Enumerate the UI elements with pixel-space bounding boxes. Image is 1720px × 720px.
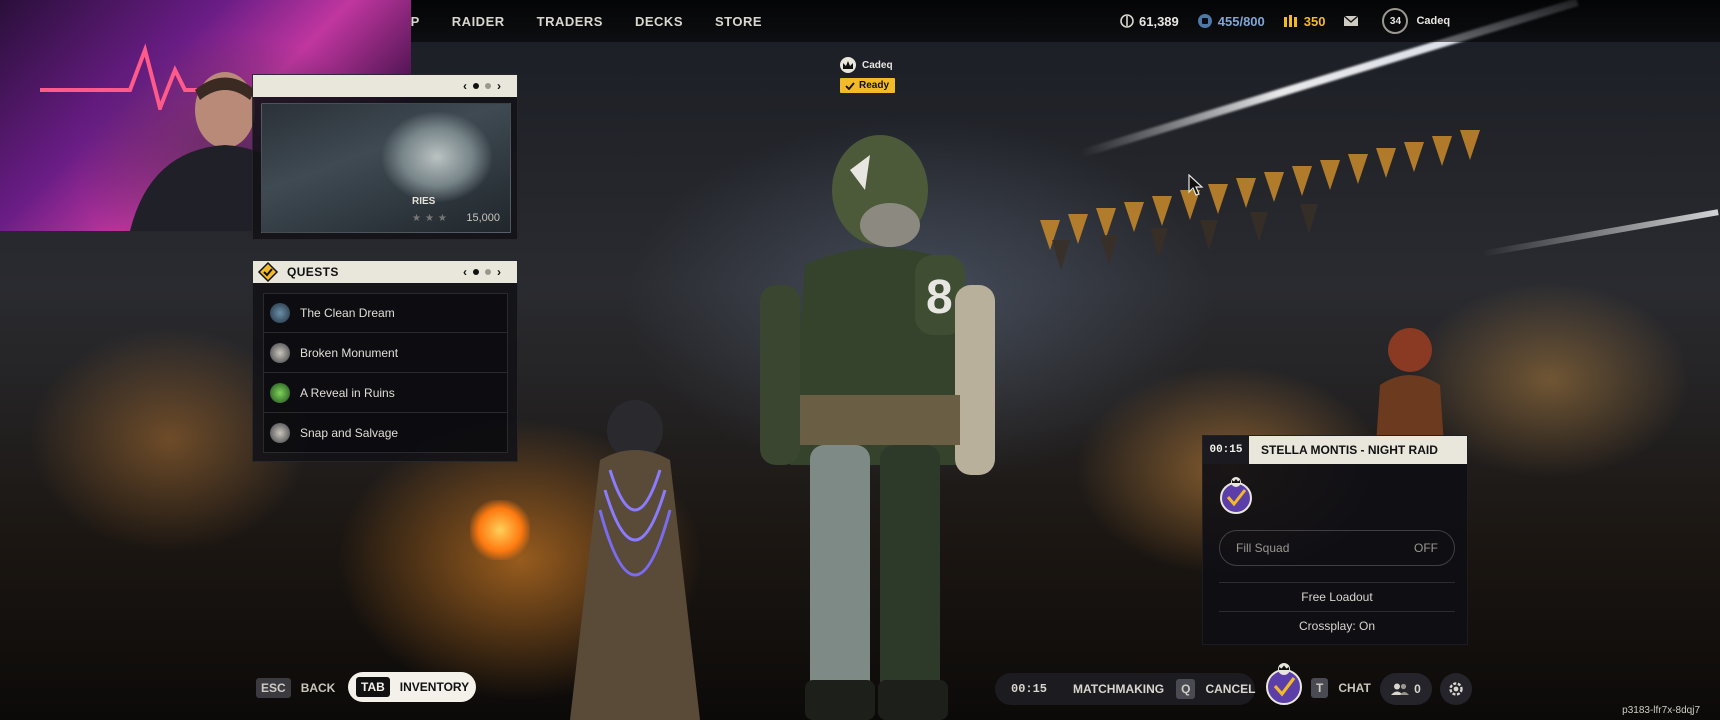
quest-item[interactable]: Snap and Salvage bbox=[263, 413, 508, 453]
t-key-hint: T bbox=[1311, 678, 1329, 698]
quests-pager: ‹ › bbox=[463, 261, 501, 283]
featured-store-panel: ‹ › RIES ★★★ 15,000 bbox=[252, 74, 518, 240]
mouse-cursor-icon bbox=[1188, 174, 1204, 196]
coin-icon bbox=[1120, 14, 1134, 28]
page-dot-active[interactable] bbox=[473, 83, 479, 89]
session-id: p3183-lfr7x-8dqj7 bbox=[1622, 705, 1700, 716]
chevron-left-icon[interactable]: ‹ bbox=[463, 79, 467, 93]
chat-label: CHAT bbox=[1338, 681, 1371, 695]
raid-lobby-card: 00:15 STELLA MONTIS - NIGHT RAID Fill Sq… bbox=[1202, 435, 1468, 645]
matchmaking-status-bar: 00:15 MATCHMAKING Q CANCEL bbox=[995, 673, 1255, 705]
back-button[interactable]: ESC BACK bbox=[256, 678, 335, 698]
page-dot[interactable] bbox=[485, 83, 491, 89]
store-item-price: 15,000 bbox=[466, 212, 500, 224]
quests-panel: QUESTS ‹ › The Clean Dream Broken Monume… bbox=[252, 260, 518, 462]
svg-text:8: 8 bbox=[926, 271, 953, 324]
quest-item[interactable]: Broken Monument bbox=[263, 333, 508, 373]
store-pager: ‹ › bbox=[463, 75, 501, 97]
nav-item-store[interactable]: STORE bbox=[715, 14, 762, 29]
capacity-currency[interactable]: 455/800 bbox=[1197, 13, 1265, 29]
mail-icon bbox=[1344, 15, 1359, 26]
fire-glow bbox=[470, 500, 530, 560]
chevron-right-icon[interactable]: › bbox=[497, 265, 501, 279]
crown-icon bbox=[840, 57, 856, 73]
nav-item-traders[interactable]: TRADERS bbox=[537, 14, 603, 29]
quest-item[interactable]: A Reveal in Ruins bbox=[263, 373, 508, 413]
quest-name: Broken Monument bbox=[300, 345, 399, 360]
quest-name: Snap and Salvage bbox=[300, 425, 399, 440]
inventory-label: INVENTORY bbox=[399, 680, 470, 694]
nav-item-raider[interactable]: RAIDER bbox=[452, 14, 505, 29]
raid-mode-title[interactable]: STELLA MONTIS - NIGHT RAID bbox=[1249, 436, 1467, 464]
player-level-badge[interactable]: 34 bbox=[1382, 8, 1409, 34]
gear-icon bbox=[1449, 682, 1463, 696]
quest-giver-avatar-icon bbox=[270, 303, 290, 323]
crossplay-option[interactable]: Crossplay: On bbox=[1219, 611, 1455, 639]
robed-statue bbox=[570, 400, 700, 720]
tab-key-hint: TAB bbox=[356, 677, 390, 697]
chevron-left-icon[interactable]: ‹ bbox=[463, 265, 467, 279]
esc-key-hint: ESC bbox=[256, 678, 291, 698]
friends-icon bbox=[1391, 683, 1410, 695]
party-member-name-row: Cadeq bbox=[840, 57, 895, 73]
capacity-value: 455/800 bbox=[1217, 13, 1265, 29]
inventory-button[interactable]: TAB INVENTORY bbox=[348, 672, 476, 702]
ready-status: Ready bbox=[859, 80, 890, 91]
premium-value: 350 bbox=[1303, 13, 1326, 29]
page-dot[interactable] bbox=[485, 269, 491, 275]
free-loadout-option[interactable]: Free Loadout bbox=[1219, 582, 1455, 610]
quest-giver-avatar-icon bbox=[270, 382, 290, 403]
main-nav: OP RAIDER TRADERS DECKS STORE bbox=[400, 0, 794, 42]
store-item-card[interactable]: RIES ★★★ 15,000 bbox=[261, 103, 511, 233]
fill-squad-toggle[interactable]: Fill Squad OFF bbox=[1219, 530, 1455, 566]
quest-name: The Clean Dream bbox=[300, 306, 395, 320]
back-label: BACK bbox=[300, 681, 336, 695]
premium-currency[interactable]: 350 bbox=[1283, 13, 1326, 29]
party-member-name: Cadeq bbox=[862, 59, 893, 71]
fill-squad-value: OFF bbox=[1414, 541, 1438, 555]
nav-item-decks[interactable]: DECKS bbox=[635, 14, 683, 29]
checkmark-icon bbox=[845, 81, 855, 90]
friends-button[interactable]: 0 bbox=[1380, 673, 1432, 705]
matchmaking-label: MATCHMAKING bbox=[1073, 682, 1165, 696]
player-name[interactable]: Cadeq bbox=[1416, 15, 1450, 27]
quest-giver-avatar-icon bbox=[270, 342, 290, 363]
quests-title: QUESTS bbox=[287, 265, 339, 279]
mail-button[interactable] bbox=[1343, 15, 1364, 27]
quest-item[interactable]: The Clean Dream bbox=[263, 293, 508, 333]
coins-value: 61,389 bbox=[1139, 13, 1179, 29]
friends-count: 0 bbox=[1414, 682, 1421, 696]
quest-list: The Clean Dream Broken Monument A Reveal… bbox=[263, 293, 508, 453]
party-member-status: Cadeq Ready bbox=[840, 57, 896, 95]
premium-coins-icon bbox=[1283, 15, 1297, 27]
q-key-hint: Q bbox=[1176, 679, 1196, 699]
squad-member-avatar-icon[interactable] bbox=[1217, 476, 1255, 514]
coins-currency[interactable]: 61,389 bbox=[1120, 14, 1179, 29]
chevron-right-icon[interactable]: › bbox=[497, 79, 501, 93]
quest-giver-avatar-icon bbox=[270, 422, 290, 443]
quest-diamond-icon bbox=[257, 261, 279, 283]
fill-squad-label: Fill Squad bbox=[1236, 541, 1290, 555]
raider-character: 8 bbox=[760, 135, 995, 720]
store-item-label: RIES bbox=[412, 196, 436, 207]
store-item-image bbox=[382, 112, 492, 202]
rarity-stars: ★★★ bbox=[412, 213, 451, 224]
page-dot-active[interactable] bbox=[473, 269, 479, 275]
stash-capacity-icon bbox=[1197, 14, 1212, 28]
quest-name: A Reveal in Ruins bbox=[300, 385, 395, 400]
quests-panel-header: QUESTS ‹ › bbox=[253, 261, 517, 283]
cancel-matchmaking-button[interactable]: CANCEL bbox=[1205, 682, 1255, 696]
raid-lobby-header: 00:15 STELLA MONTIS - NIGHT RAID bbox=[1203, 436, 1467, 464]
currency-bar: 61,389 455/800 350 34 Cadeq bbox=[1120, 0, 1450, 42]
store-panel-header: ‹ › bbox=[253, 75, 517, 97]
chat-button[interactable]: T CHAT bbox=[1311, 678, 1371, 698]
matchmaking-timer: 00:15 bbox=[1011, 682, 1048, 696]
settings-button[interactable] bbox=[1440, 673, 1472, 705]
player-avatar-icon[interactable] bbox=[1262, 662, 1306, 706]
lobby-timer: 00:15 bbox=[1203, 436, 1249, 464]
ready-badge: Ready bbox=[840, 78, 896, 93]
